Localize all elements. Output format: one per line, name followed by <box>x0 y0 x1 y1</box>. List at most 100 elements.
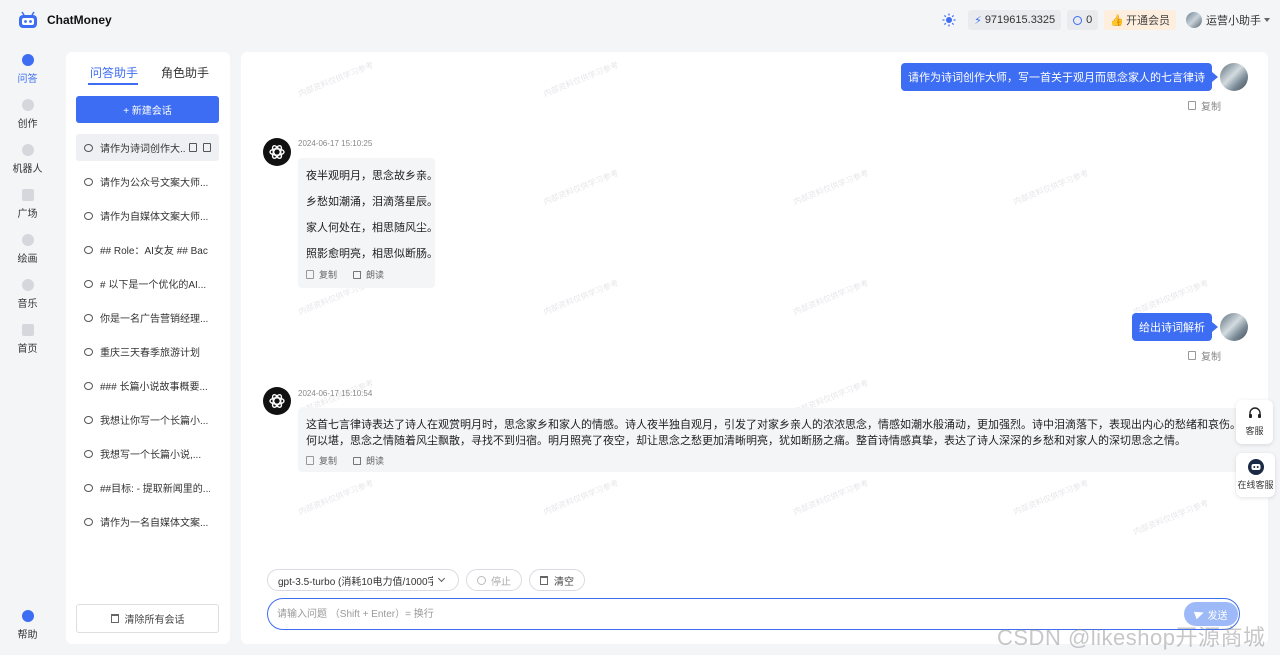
copy-button[interactable]: 复制 <box>1188 348 1221 363</box>
session-panel: 问答助手 角色助手 + 新建会话 请作为诗词创作大... 请作为公众号文案大师.… <box>66 52 230 644</box>
robot-logo-icon <box>19 11 37 28</box>
copy-button[interactable]: 复制 <box>306 454 337 467</box>
list-item[interactable]: 请作为自媒体文案大师... <box>76 202 219 229</box>
user-menu[interactable]: 运营小助手 <box>1186 12 1270 28</box>
list-item[interactable]: 重庆三天春季旅游计划 <box>76 338 219 365</box>
list-item[interactable]: 请作为诗词创作大... <box>76 134 219 161</box>
balance-badge[interactable]: ⚡ 9719615.3325 <box>968 10 1062 30</box>
list-item[interactable]: 我想让你写一个长篇小... <box>76 406 219 433</box>
watermark: 内部资料仅供学习参考 <box>542 60 620 99</box>
list-item[interactable]: 请作为公众号文案大师... <box>76 168 219 195</box>
headset-icon <box>1248 407 1261 418</box>
theme-toggle-icon[interactable] <box>942 13 956 27</box>
service-button[interactable]: 客服 <box>1236 400 1273 444</box>
nav-item-draw[interactable]: 绘画 <box>0 234 55 265</box>
list-item[interactable]: 请作为一名自媒体文案... <box>76 508 219 535</box>
session-title: 我想让你写一个长篇小... <box>100 416 209 427</box>
read-label: 朗读 <box>366 270 385 280</box>
read-aloud-button[interactable]: 朗读 <box>353 268 384 281</box>
vip-button[interactable]: 👍 开通会员 <box>1104 10 1176 30</box>
nav-item-music[interactable]: 音乐 <box>0 279 55 310</box>
clear-all-label: 清除所有会话 <box>124 615 185 626</box>
nav-label: 绘画 <box>17 254 38 265</box>
list-item[interactable]: ### 长篇小说故事概要... <box>76 372 219 399</box>
user-message: 请作为诗词创作大师，写一首关于观月而思念家人的七言律诗 <box>901 63 1218 91</box>
nav-item-create[interactable]: 创作 <box>0 99 55 130</box>
stop-icon <box>477 575 486 585</box>
stop-label: 停止 <box>491 576 511 588</box>
nav-item-help[interactable]: 帮助 <box>0 610 55 641</box>
speaker-icon <box>353 270 362 279</box>
session-title: 请作为公众号文案大师... <box>100 178 209 189</box>
session-title: 重庆三天春季旅游计划 <box>100 348 200 359</box>
app-title: ChatMoney <box>47 13 112 27</box>
message-timestamp: 2024-06-17 15:10:25 <box>298 139 373 148</box>
session-title: 请作为诗词创作大... <box>100 144 186 155</box>
chat-bubble-icon <box>84 517 93 526</box>
nav-item-square[interactable]: 广场 <box>0 189 55 220</box>
bot-service-icon <box>1247 459 1264 475</box>
watermark: 内部资料仅供学习参考 <box>792 168 870 207</box>
copy-button[interactable]: 复制 <box>1188 98 1221 113</box>
nav-label: 问答 <box>17 74 38 85</box>
copy-button[interactable]: 复制 <box>306 268 337 281</box>
bot-message: 这首七言律诗表达了诗人在观赏明月时，思念家乡和家人的情感。诗人夜半独自观月，引发… <box>298 408 1268 472</box>
model-select[interactable]: gpt-3.5-turbo (消耗10电力值/1000字符) <box>267 569 459 591</box>
copy-label: 复制 <box>1201 352 1221 363</box>
watermark: 内部资料仅供学习参考 <box>1132 278 1210 317</box>
token-badge[interactable]: 0 <box>1067 10 1099 30</box>
token-value: 0 <box>1086 14 1093 26</box>
chat-icon <box>21 54 34 66</box>
list-item[interactable]: ##目标: - 提取新闻里的... <box>76 474 219 501</box>
top-bar: ChatMoney ⚡ 9719615.3325 0 👍 开通会员 运营小助手 <box>0 0 1280 40</box>
message-timestamp: 2024-06-17 15:10:54 <box>298 389 373 398</box>
pen-icon <box>21 99 34 111</box>
list-item[interactable]: ## Role：AI女友 ## Bac <box>76 236 219 263</box>
edit-icon[interactable] <box>189 143 197 152</box>
chat-bubble-icon <box>84 143 93 152</box>
service-label: 客服 <box>1245 426 1264 436</box>
watermark: 内部资料仅供学习参考 <box>542 278 620 317</box>
tab-qa-assistant[interactable]: 问答助手 <box>90 64 138 81</box>
bot-avatar <box>263 138 291 166</box>
nav-item-qa[interactable]: 问答 <box>0 54 55 85</box>
bot-avatar <box>263 387 291 415</box>
delete-icon[interactable] <box>203 143 211 152</box>
help-icon <box>21 610 34 622</box>
clear-button[interactable]: 清空 <box>529 569 585 591</box>
message-line: 夜半观明月，思念故乡亲。 <box>306 170 438 182</box>
session-title: 请作为自媒体文案大师... <box>100 212 209 223</box>
home-icon <box>21 324 34 336</box>
list-item[interactable]: 我想写一个长篇小说,... <box>76 440 219 467</box>
username: 运营小助手 <box>1206 15 1261 27</box>
balance-value: 9719615.3325 <box>984 14 1056 26</box>
nav-item-home[interactable]: 首页 <box>0 324 55 355</box>
avatar <box>1220 63 1248 91</box>
watermark: 内部资料仅供学习参考 <box>1012 478 1090 517</box>
clear-label: 清空 <box>554 576 574 588</box>
new-session-button[interactable]: + 新建会话 <box>76 96 219 123</box>
session-title: 你是一名广告营销经理... <box>100 314 209 325</box>
copy-label: 复制 <box>319 270 338 280</box>
nav-item-robot[interactable]: 机器人 <box>0 144 55 175</box>
list-item[interactable]: 你是一名广告营销经理... <box>76 304 219 331</box>
read-aloud-button[interactable]: 朗读 <box>353 454 384 467</box>
tab-role-assistant[interactable]: 角色助手 <box>161 64 209 81</box>
trash-icon <box>110 614 119 623</box>
chat-panel: 内部资料仅供学习参考 内部资料仅供学习参考 内部资料仅供学习参考 内部资料仅供学… <box>241 52 1268 644</box>
nav-label: 音乐 <box>17 299 38 310</box>
nav-label: 创作 <box>17 119 38 130</box>
coin-icon <box>1073 15 1083 25</box>
watermark: 内部资料仅供学习参考 <box>542 168 620 207</box>
chat-bubble-icon <box>84 245 93 254</box>
chat-bubble-icon <box>84 483 93 492</box>
watermark: 内部资料仅供学习参考 <box>297 478 375 517</box>
csdn-watermark: CSDN @likeshop开源商城 <box>997 625 1266 650</box>
logo[interactable]: ChatMoney <box>18 11 112 29</box>
chat-bubble-icon <box>84 313 93 322</box>
online-service-button[interactable]: 在线客服 <box>1236 453 1275 497</box>
stop-button[interactable]: 停止 <box>466 569 522 591</box>
list-item[interactable]: # 以下是一个优化的AI... <box>76 270 219 297</box>
clear-all-sessions-button[interactable]: 清除所有会话 <box>76 604 219 633</box>
nav-label: 广场 <box>17 209 38 220</box>
